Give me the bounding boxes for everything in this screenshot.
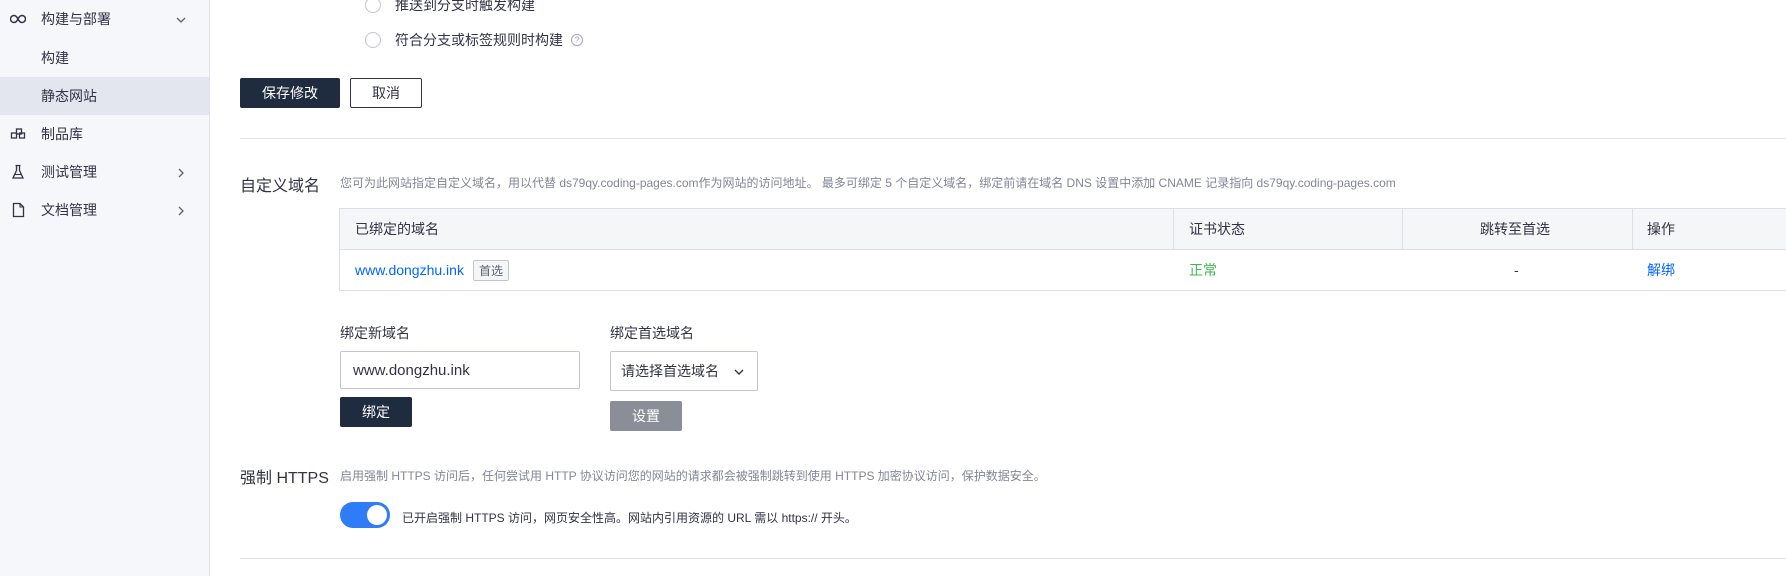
save-button[interactable]: 保存修改 <box>240 78 340 108</box>
cancel-button[interactable]: 取消 <box>350 78 422 108</box>
redirect-value: - <box>1514 262 1519 278</box>
bind-preferred-domain-label: 绑定首选域名 <box>610 325 694 341</box>
https-status-text: 已开启强制 HTTPS 访问，网页安全性高。网站内引用资源的 URL 需以 ht… <box>402 511 857 525</box>
section-description: 您可为此网站指定自定义域名，用以代替 ds79qy.coding-pages.c… <box>340 176 1396 190</box>
flask-icon <box>10 164 26 180</box>
artifact-icon <box>10 126 26 142</box>
sidebar-item-build-deploy[interactable]: 构建与部署 <box>0 0 209 38</box>
sidebar-item-static-site[interactable]: 静态网站 <box>0 77 209 115</box>
column-header: 已绑定的域名 <box>355 221 439 237</box>
help-icon[interactable]: ? <box>571 34 583 46</box>
sidebar-item-label: 静态网站 <box>41 88 97 104</box>
radio-label: 符合分支或标签规则时构建 <box>395 32 563 48</box>
domain-cell: www.dongzhu.ink 首选 <box>355 250 509 290</box>
trigger-option-push[interactable]: 推送到分支时触发构建 <box>365 0 535 15</box>
infinity-icon <box>10 11 26 27</box>
column-divider <box>1173 209 1174 250</box>
column-header: 操作 <box>1647 221 1675 237</box>
sidebar-item-build[interactable]: 构建 <box>0 39 209 77</box>
radio-label: 推送到分支时触发构建 <box>395 0 535 13</box>
chevron-right-icon <box>175 204 187 216</box>
sidebar-item-label: 测试管理 <box>41 164 97 180</box>
domain-link[interactable]: www.dongzhu.ink <box>355 262 464 278</box>
column-divider <box>1402 209 1403 250</box>
sidebar-item-label: 构建与部署 <box>41 11 111 27</box>
sidebar: 构建与部署 构建 静态网站 制品库 测试管理 文档管理 <box>0 0 210 576</box>
sidebar-item-test-management[interactable]: 测试管理 <box>0 153 209 191</box>
section-title-custom-domain: 自定义域名 <box>240 178 321 195</box>
table-header: 已绑定的域名 证书状态 跳转至首选 操作 <box>340 209 1786 250</box>
cert-status: 正常 <box>1189 262 1217 278</box>
trigger-option-rule[interactable]: 符合分支或标签规则时构建 ? <box>365 30 583 50</box>
radio-button[interactable] <box>365 0 381 13</box>
bind-new-domain-label: 绑定新域名 <box>340 325 410 341</box>
table-row: www.dongzhu.ink 首选 正常 - 解绑 <box>340 250 1786 290</box>
sidebar-item-label: 文档管理 <box>41 202 97 218</box>
document-icon <box>10 202 26 218</box>
https-description: 启用强制 HTTPS 访问后，任何尝试用 HTTP 协议访问您的网站的请求都会被… <box>340 469 1046 483</box>
section-title-https: 强制 HTTPS <box>240 470 329 487</box>
sidebar-item-label: 制品库 <box>41 126 83 142</box>
chevron-right-icon <box>175 166 187 178</box>
select-placeholder: 请选择首选域名 <box>621 363 719 379</box>
preferred-badge: 首选 <box>472 259 509 281</box>
column-divider <box>1632 209 1633 250</box>
divider <box>240 138 1786 139</box>
toggle-knob <box>367 505 387 525</box>
set-preferred-button[interactable]: 设置 <box>610 401 682 431</box>
sidebar-item-artifacts[interactable]: 制品库 <box>0 115 209 153</box>
unbind-link[interactable]: 解绑 <box>1647 250 1675 290</box>
chevron-down-icon <box>175 13 187 25</box>
preferred-domain-select[interactable]: 请选择首选域名 <box>610 351 758 391</box>
divider <box>240 558 1786 559</box>
new-domain-input[interactable]: www.dongzhu.ink <box>340 351 580 389</box>
https-toggle[interactable] <box>340 502 390 528</box>
sidebar-item-label: 构建 <box>41 50 69 66</box>
sidebar-item-docs[interactable]: 文档管理 <box>0 191 209 229</box>
bound-domains-table: 已绑定的域名 证书状态 跳转至首选 操作 www.dongzhu.ink 首选 … <box>339 208 1786 291</box>
bind-button[interactable]: 绑定 <box>340 397 412 427</box>
column-header: 证书状态 <box>1189 221 1245 237</box>
column-header: 跳转至首选 <box>1480 221 1550 237</box>
chevron-down-icon <box>733 365 745 381</box>
radio-button[interactable] <box>365 32 381 48</box>
